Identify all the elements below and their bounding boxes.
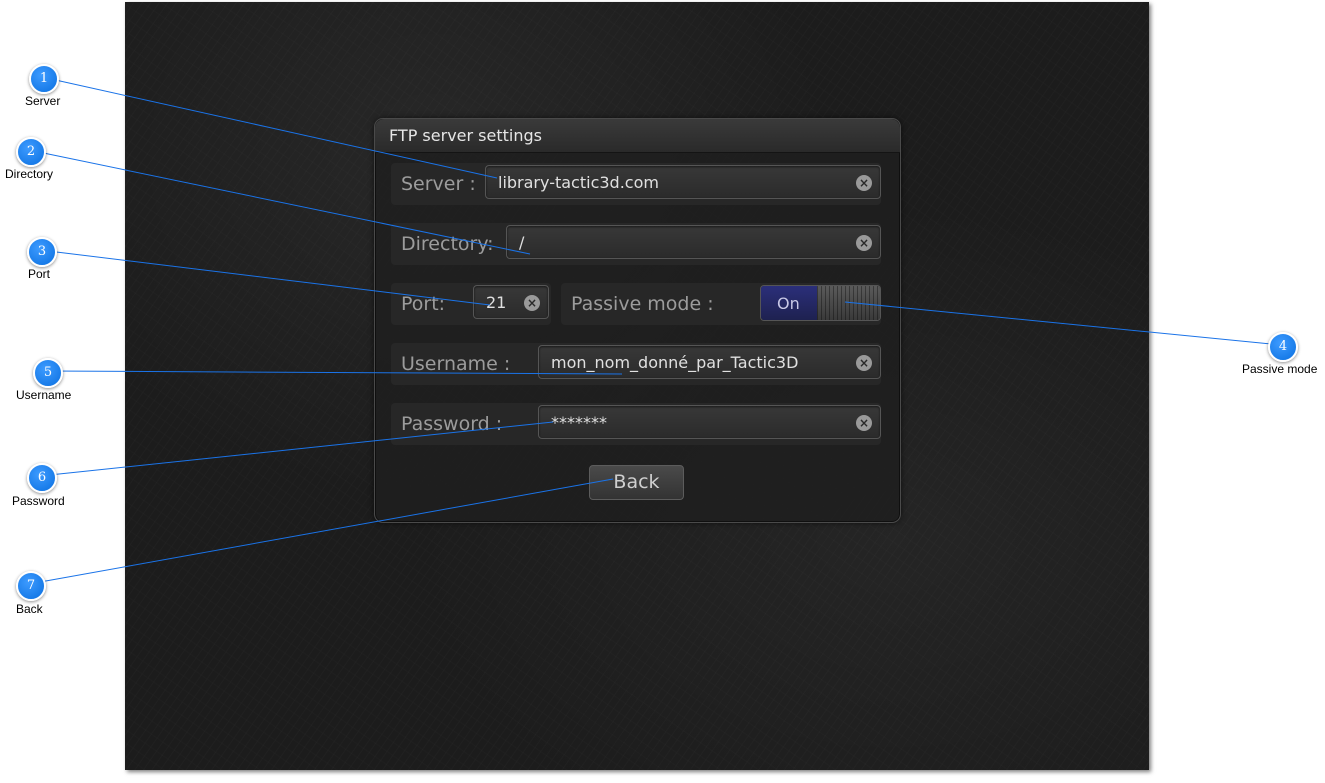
callout-label-2: Directory bbox=[5, 167, 54, 181]
directory-input[interactable]: / × bbox=[506, 225, 881, 259]
passive-mode-label: Passive mode : bbox=[571, 293, 714, 315]
callout-badge-6: 6 bbox=[27, 463, 57, 493]
username-clear-icon[interactable]: × bbox=[856, 355, 872, 371]
callout-label-4: Passive mode bbox=[1242, 362, 1318, 376]
dialog-header: FTP server settings bbox=[375, 119, 900, 153]
callout-label-5: Username bbox=[16, 388, 72, 402]
server-label: Server : bbox=[401, 173, 476, 195]
callout-badge-7: 7 bbox=[16, 571, 46, 601]
server-input[interactable]: library-tactic3d.com × bbox=[485, 165, 881, 199]
toggle-on-side: On bbox=[761, 286, 817, 320]
port-input-value: 21 bbox=[486, 293, 507, 312]
passive-mode-toggle[interactable]: On bbox=[760, 285, 881, 321]
port-input[interactable]: 21 × bbox=[473, 285, 549, 319]
back-button[interactable]: Back bbox=[589, 465, 684, 500]
username-input-value: mon_nom_donné_par_Tactic3D bbox=[551, 353, 799, 372]
callout-label-6: Password bbox=[12, 494, 65, 508]
callout-badge-5: 5 bbox=[33, 358, 63, 388]
port-label: Port: bbox=[401, 293, 446, 315]
callout-label-3: Port bbox=[28, 267, 51, 281]
username-input[interactable]: mon_nom_donné_par_Tactic3D × bbox=[538, 345, 881, 379]
toggle-state-label: On bbox=[777, 294, 800, 313]
server-clear-icon[interactable]: × bbox=[856, 175, 872, 191]
ftp-settings-dialog: FTP server settings Server : library-tac… bbox=[374, 118, 901, 523]
username-label: Username : bbox=[401, 353, 511, 375]
callout-label-7: Back bbox=[16, 602, 43, 616]
callout-label-1: Server bbox=[25, 94, 61, 108]
callout-badge-3: 3 bbox=[27, 237, 57, 267]
app-screen: FTP server settings Server : library-tac… bbox=[125, 2, 1149, 770]
dialog-title: FTP server settings bbox=[389, 126, 542, 145]
server-input-value: library-tactic3d.com bbox=[498, 173, 659, 192]
password-input[interactable]: ******* × bbox=[538, 405, 881, 439]
callout-badge-2: 2 bbox=[16, 137, 46, 167]
password-label: Password : bbox=[401, 413, 503, 435]
port-clear-icon[interactable]: × bbox=[524, 295, 540, 311]
directory-label: Directory: bbox=[401, 233, 494, 255]
password-input-value: ******* bbox=[551, 413, 607, 432]
callout-badge-1: 1 bbox=[29, 64, 59, 94]
callout-badge-4: 4 bbox=[1268, 332, 1298, 362]
directory-clear-icon[interactable]: × bbox=[856, 235, 872, 251]
directory-input-value: / bbox=[519, 233, 525, 252]
password-clear-icon[interactable]: × bbox=[856, 415, 872, 431]
toggle-knob[interactable] bbox=[817, 286, 880, 320]
